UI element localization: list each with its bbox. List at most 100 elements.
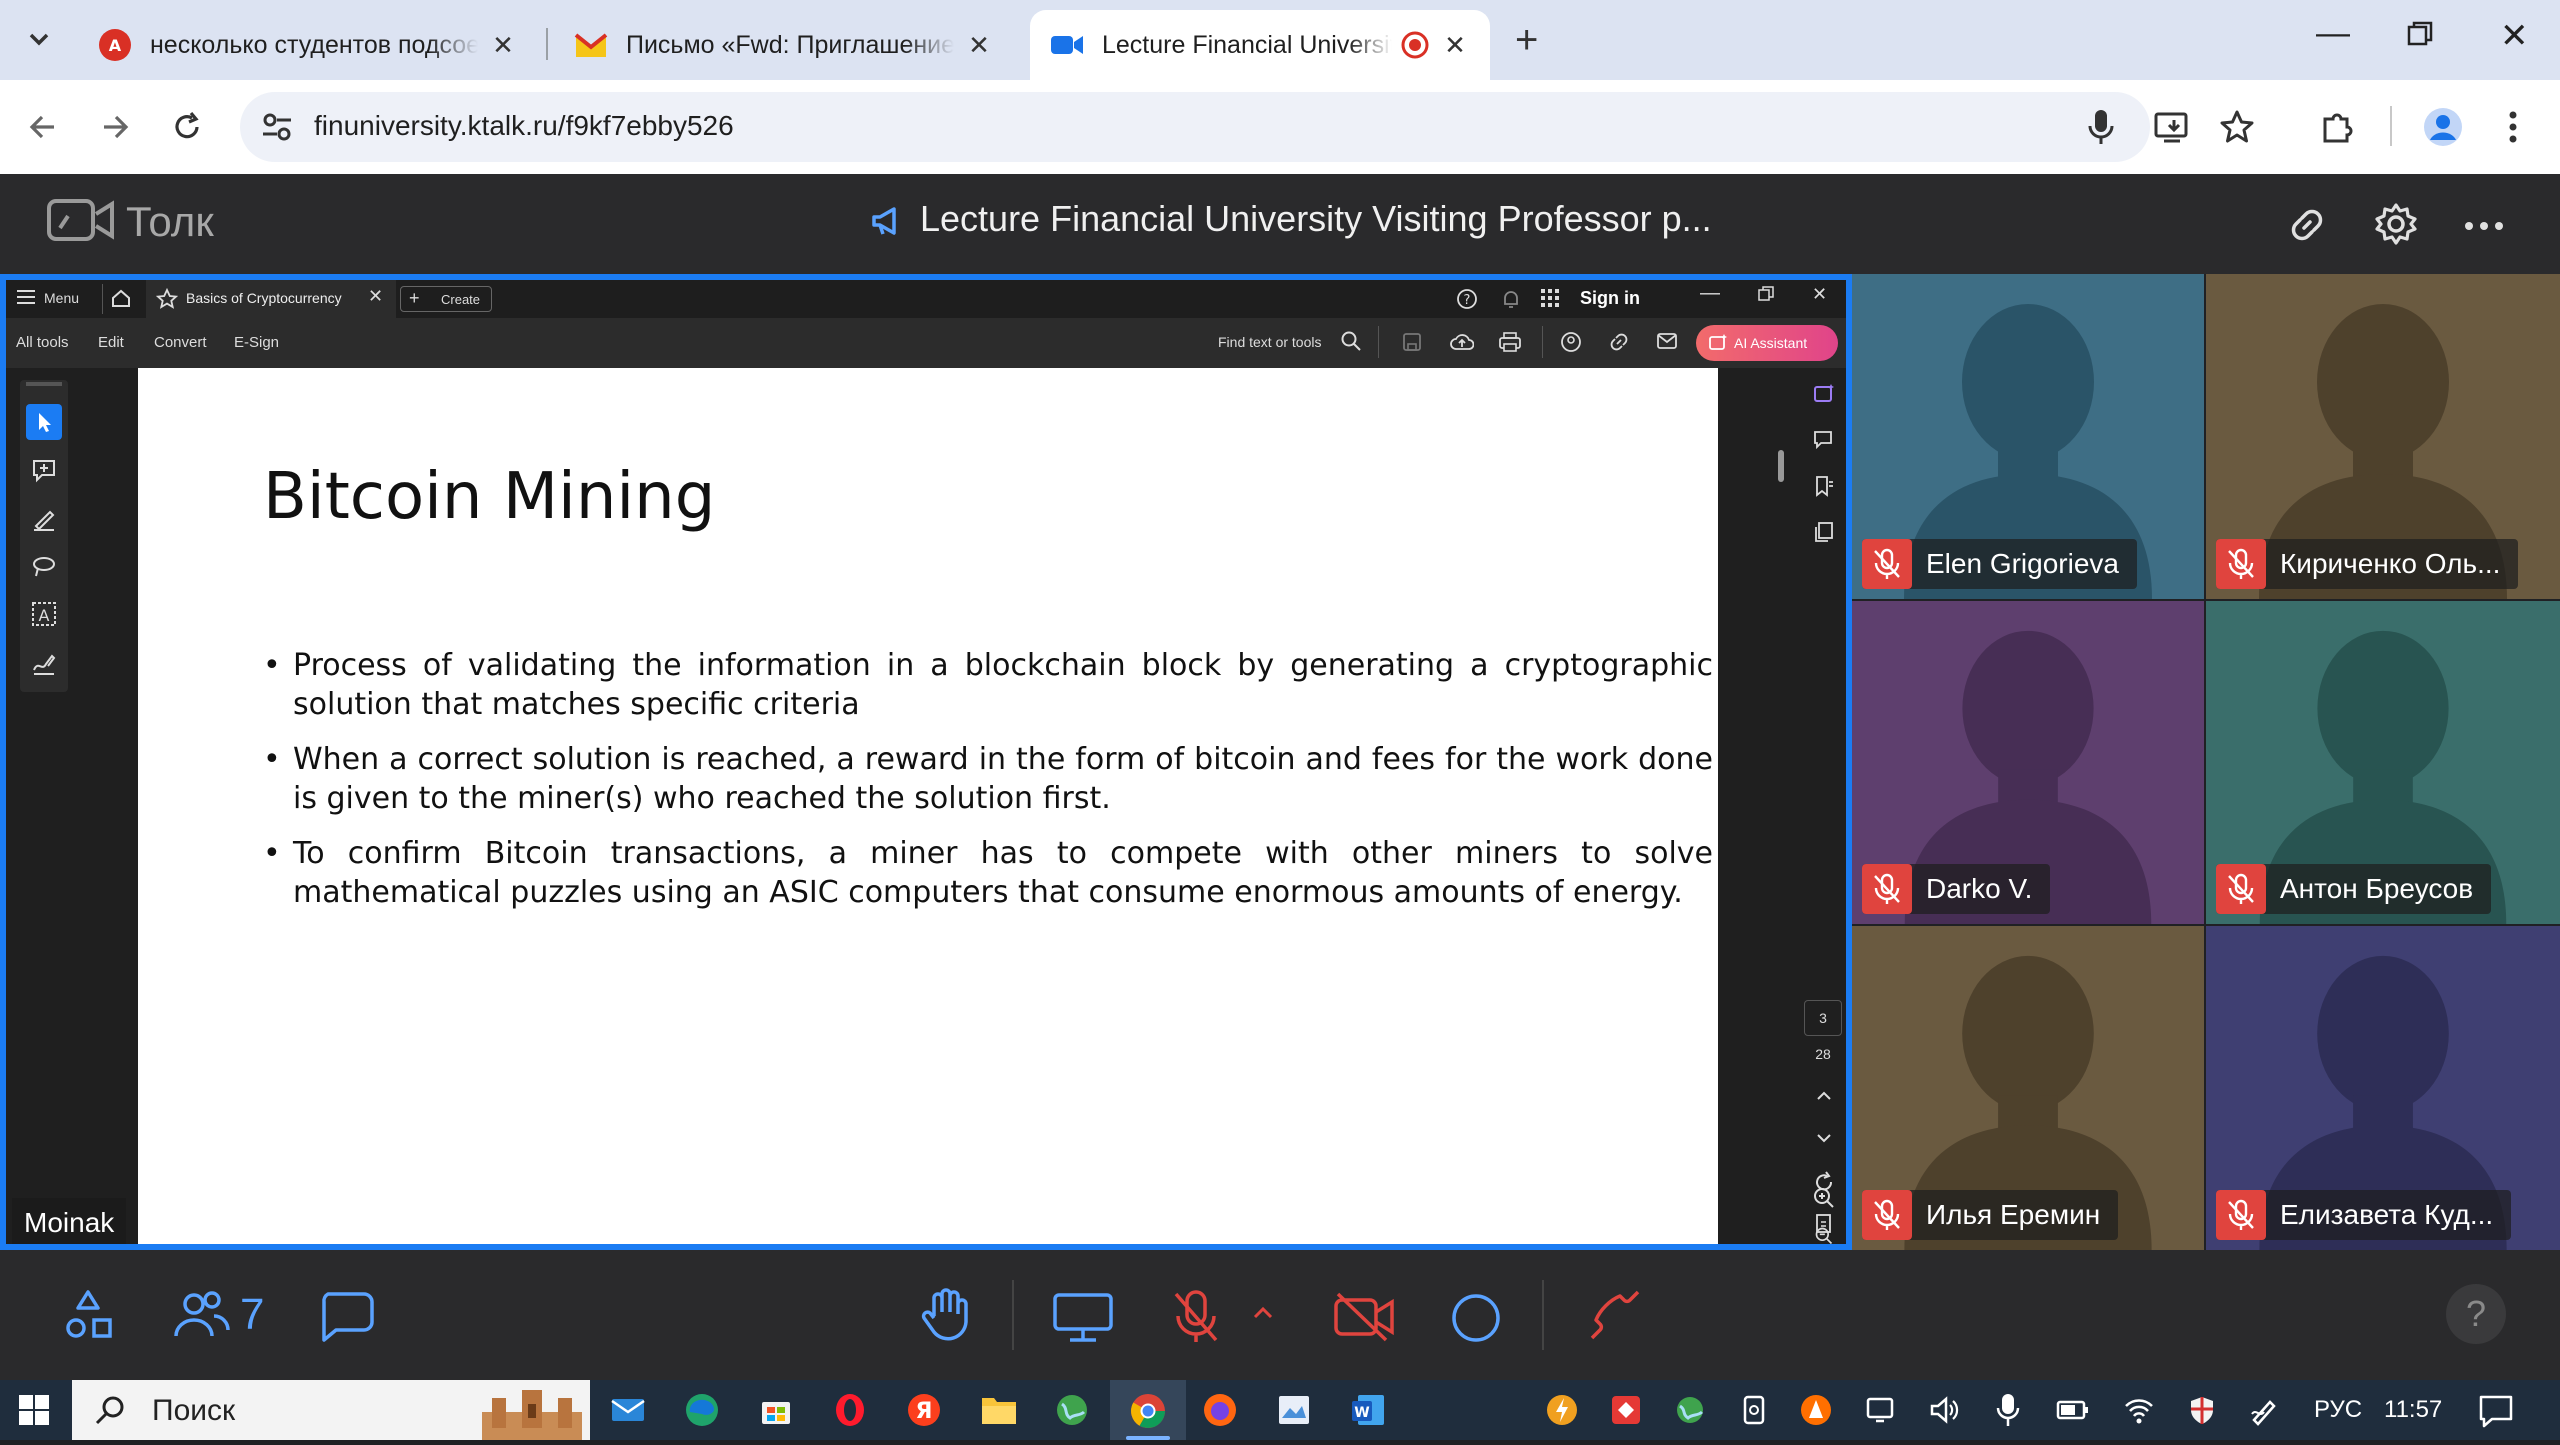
text-box-tool-icon[interactable]: A (26, 596, 62, 637)
close-icon[interactable]: ✕ (1440, 30, 1470, 61)
search-icon[interactable] (1340, 330, 1362, 357)
find-text-field[interactable]: Find text or tools (1218, 334, 1322, 350)
mic-icon[interactable] (2086, 108, 2116, 151)
doc-tab-title[interactable]: Basics of Cryptocurrency (186, 290, 342, 306)
firefox-icon[interactable] (1202, 1392, 1238, 1433)
new-tab-button[interactable]: + (1515, 18, 1538, 63)
sign-in-button[interactable]: Sign in (1580, 288, 1640, 309)
zoom-in-icon[interactable] (1812, 1186, 1836, 1215)
chat-icon[interactable] (318, 1290, 374, 1349)
battery-icon[interactable] (2056, 1396, 2090, 1429)
paint-app-icon[interactable] (1276, 1392, 1312, 1433)
site-settings-icon[interactable] (260, 110, 294, 149)
meeting-title[interactable]: Lecture Financial University Visiting Pr… (920, 198, 1712, 240)
participant-tile[interactable]: Кириченко Оль... (2206, 274, 2560, 599)
mic-muted-icon[interactable] (1170, 1288, 1222, 1351)
ai-assistant-button[interactable]: AI Assistant (1696, 325, 1838, 361)
sign-tool-icon[interactable] (26, 644, 62, 685)
participant-tile[interactable]: Илья Еремин (1852, 926, 2204, 1250)
menu-all-tools[interactable]: All tools (16, 334, 69, 351)
anydesk-tray-icon[interactable] (1610, 1394, 1642, 1431)
participant-tile[interactable]: Елизавета Куд... (2206, 926, 2560, 1250)
menu-edit[interactable]: Edit (98, 334, 124, 351)
device-tray-icon[interactable] (1738, 1394, 1770, 1431)
zoom-out-icon[interactable] (1812, 1226, 1836, 1244)
profile-avatar[interactable] (2420, 104, 2466, 150)
participants-count[interactable]: 7 (240, 1290, 264, 1340)
page-down-icon[interactable] (1812, 1128, 1836, 1153)
back-icon[interactable] (20, 104, 66, 150)
close-icon[interactable]: ✕ (488, 30, 518, 61)
apps-grid-icon[interactable] (1540, 288, 1560, 313)
restore-button[interactable] (2406, 20, 2434, 53)
hang-up-icon[interactable] (1586, 1290, 1642, 1349)
word-icon[interactable]: W (1350, 1392, 1386, 1433)
store-icon[interactable] (758, 1392, 794, 1433)
viewer-close-button[interactable]: ✕ (1812, 284, 1827, 305)
install-app-icon[interactable] (2150, 104, 2196, 150)
participant-tile[interactable]: Антон Бреусов (2206, 601, 2560, 924)
page-number-input[interactable]: 3 (1804, 1000, 1842, 1036)
file-explorer-icon[interactable] (980, 1392, 1018, 1431)
volume-icon[interactable] (1928, 1394, 1960, 1431)
vlc-tray-icon[interactable] (1800, 1394, 1832, 1431)
home-icon[interactable] (110, 288, 132, 313)
upload-cloud-icon[interactable] (1450, 331, 1475, 358)
participant-tile[interactable]: Darko V. (1852, 601, 2204, 924)
select-tool-icon[interactable] (26, 404, 62, 440)
tab-students[interactable]: A несколько студентов подсоед ✕ (78, 10, 538, 80)
help-icon[interactable]: ? (1456, 288, 1478, 315)
mail-icon[interactable] (1656, 332, 1678, 355)
globe-app-icon[interactable] (1054, 1392, 1090, 1433)
windows-start-icon[interactable] (18, 1394, 50, 1431)
raise-hand-icon[interactable] (918, 1286, 974, 1349)
close-window-button[interactable]: ✕ (2500, 16, 2529, 56)
mail-app-icon[interactable] (610, 1392, 646, 1433)
chevron-up-icon[interactable] (1252, 1304, 1274, 1325)
bookmarks-panel-icon[interactable] (1812, 474, 1836, 503)
help-button[interactable]: ? (2446, 1284, 2506, 1344)
menu-icon[interactable] (16, 288, 36, 311)
notifications-icon[interactable] (2478, 1394, 2514, 1433)
menu-label[interactable]: Menu (44, 290, 79, 306)
mic-tray-icon[interactable] (1996, 1392, 2020, 1433)
reload-icon[interactable] (164, 104, 210, 150)
share-user-icon[interactable] (1560, 331, 1584, 358)
tab-search-icon[interactable] (16, 16, 62, 62)
edge-icon[interactable] (684, 1392, 720, 1433)
page-up-icon[interactable] (1812, 1086, 1836, 1111)
bookmark-star-icon[interactable] (2214, 104, 2260, 150)
clock[interactable]: 11:57 (2384, 1396, 2442, 1424)
address-bar[interactable]: finuniversity.ktalk.ru/f9kf7ebby526 (240, 92, 2150, 162)
ai-summary-icon[interactable] (1812, 382, 1836, 411)
forward-icon[interactable] (92, 104, 138, 150)
wifi-icon[interactable] (2122, 1394, 2156, 1431)
camera-off-icon[interactable] (1332, 1290, 1396, 1349)
globe-tray-icon[interactable] (1674, 1394, 1706, 1431)
opera-icon[interactable] (832, 1392, 868, 1433)
close-icon[interactable]: ✕ (964, 30, 994, 61)
chrome-taskbar-item[interactable] (1110, 1380, 1186, 1440)
lasso-tool-icon[interactable] (26, 548, 62, 589)
comment-tool-icon[interactable] (26, 452, 62, 493)
language-indicator[interactable]: РУС (2314, 1396, 2362, 1424)
pen-tray-icon[interactable] (2248, 1394, 2280, 1431)
pages-panel-icon[interactable] (1812, 520, 1836, 549)
minimize-button[interactable]: — (2316, 14, 2350, 53)
close-icon[interactable]: ✕ (368, 286, 383, 307)
tab-mail[interactable]: Письмо «Fwd: Приглашение н ✕ (554, 10, 1014, 80)
more-icon[interactable] (2464, 218, 2504, 236)
link-icon[interactable] (1608, 331, 1630, 358)
comments-panel-icon[interactable] (1812, 428, 1836, 457)
print-icon[interactable] (1498, 331, 1522, 358)
menu-esign[interactable]: E-Sign (234, 334, 279, 351)
record-icon[interactable] (1450, 1292, 1502, 1349)
screen-share-icon[interactable] (1052, 1292, 1114, 1349)
participant-tile[interactable]: Elen Grigorieva (1852, 274, 2204, 599)
page-scrollbar[interactable] (1778, 450, 1784, 482)
link-icon[interactable] (2286, 204, 2328, 251)
viewer-minimize-button[interactable]: — (1700, 282, 1720, 305)
yandex-browser-icon[interactable]: Я (906, 1392, 942, 1433)
menu-convert[interactable]: Convert (154, 334, 207, 351)
cast-tray-icon[interactable] (1864, 1394, 1896, 1431)
